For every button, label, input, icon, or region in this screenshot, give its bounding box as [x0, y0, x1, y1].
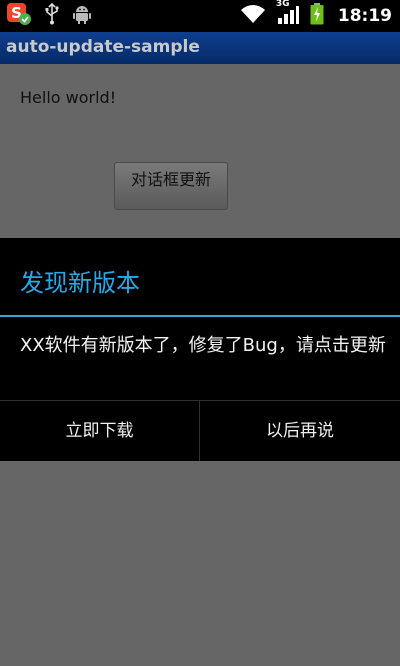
app-title: auto-update-sample [6, 37, 200, 57]
notification-icons: S [6, 2, 92, 30]
download-now-button[interactable]: 立即下载 [0, 401, 200, 461]
sogou-input-icon: S [6, 2, 32, 30]
network-type-label: 3G [275, 0, 290, 9]
clock: 18:19 [337, 6, 392, 26]
dialog-message: XX软件有新版本了，修复了Bug，请点击更新 [20, 335, 386, 356]
battery-charging-icon [310, 3, 324, 29]
dialog-button-bar: 立即下载 以后再说 [0, 400, 400, 461]
android-debug-icon [72, 3, 92, 29]
later-button[interactable]: 以后再说 [200, 401, 400, 461]
system-icons: 3G 18:19 [240, 0, 392, 29]
signal-icon: 3G [275, 0, 300, 29]
hello-text: Hello world! [20, 88, 117, 107]
app-title-bar: auto-update-sample [0, 32, 400, 65]
wifi-icon [240, 3, 266, 29]
dialog-title: 发现新版本 [20, 269, 140, 297]
dialog-title-divider [0, 315, 400, 317]
status-bar: S 3G 18:19 [0, 0, 400, 32]
dialog-update-button[interactable]: 对话框更新 [114, 162, 228, 210]
usb-icon [44, 2, 60, 29]
update-dialog: 发现新版本 XX软件有新版本了，修复了Bug，请点击更新 立即下载 以后再说 [0, 238, 400, 461]
